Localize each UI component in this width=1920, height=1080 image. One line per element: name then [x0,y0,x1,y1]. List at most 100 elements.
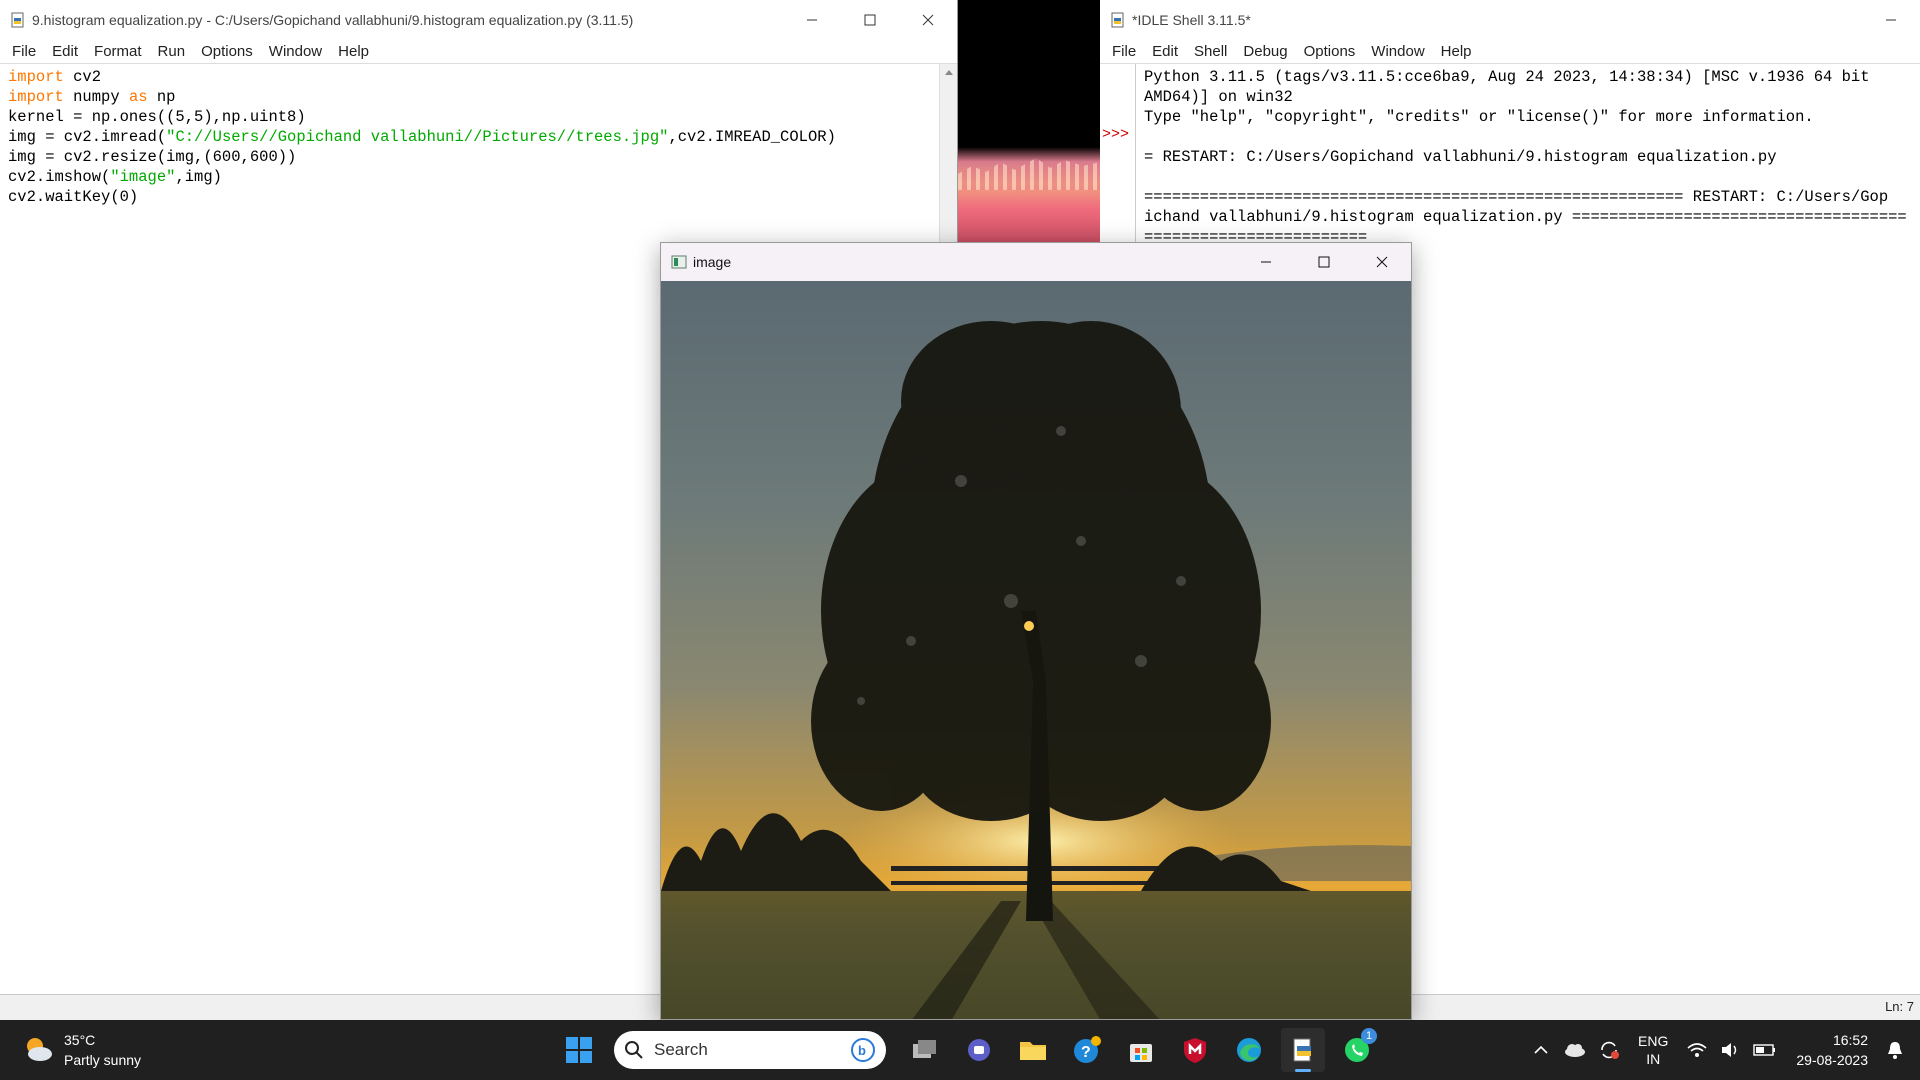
code-line: kernel = np.ones((5,5),np.uint8) [8,108,306,126]
system-clock[interactable]: 16:52 29-08-2023 [1796,1030,1868,1070]
tree-silhouette [661,321,1411,1019]
scroll-up-icon[interactable] [940,64,958,80]
shell-line: ​ [1144,167,1918,187]
code-line: cv2.imshow("image",img) [8,168,222,186]
menu-edit[interactable]: Edit [44,43,86,60]
help-icon: ? [1074,1036,1101,1063]
editor-menubar: File Edit Format Run Options Window Help [0,40,957,64]
code-line: import numpy as np [8,88,176,106]
network-button[interactable] [1682,1035,1712,1065]
menu-file[interactable]: File [4,43,44,60]
close-button[interactable] [899,0,957,40]
idle-taskbar-button[interactable] [1281,1028,1325,1072]
shell-line: Type "help", "copyright", "credits" or "… [1144,108,1814,126]
menu-debug[interactable]: Debug [1235,43,1295,60]
mcafee-shield-icon [1184,1038,1206,1063]
microsoft-store-button[interactable] [1119,1028,1163,1072]
minimize-icon [1261,261,1271,263]
maximize-button[interactable] [841,0,899,40]
whatsapp-notification-badge: 1 [1361,1028,1377,1044]
system-tray: ENG IN 16:52 29-08-2023 [1524,1020,1920,1080]
weather-widget[interactable]: 35°C Partly sunny [20,1030,141,1070]
code-line: cv2.waitKey(0) [8,188,139,206]
shell-line: ichand vallabhuni/9.histogram equalizati… [1144,208,1907,226]
shell-line: AMD64)] on win32 [1144,88,1293,106]
menu-help[interactable]: Help [330,43,377,60]
mcafee-button[interactable] [1173,1028,1217,1072]
folder-icon [1020,1042,1046,1060]
minimize-button[interactable] [1862,0,1920,40]
battery-icon [1753,1044,1776,1056]
task-view-button[interactable] [903,1028,947,1072]
minimize-icon [807,19,817,21]
weather-description: Partly sunny [64,1052,142,1068]
tree-sunset-photo [661,281,1411,1019]
taskbar: 35°C Partly sunny Search b ? 1 ENG IN 16… [0,1020,1920,1080]
bing-icon[interactable]: b [850,1037,876,1063]
partly-sunny-icon [27,1038,52,1061]
chevron-up-icon [1534,1045,1548,1054]
minimize-button[interactable] [783,0,841,40]
minimize-button[interactable] [1237,243,1295,281]
battery-button[interactable] [1750,1035,1780,1065]
wallpaper [958,0,1100,245]
shell-titlebar[interactable]: *IDLE Shell 3.11.5* [1100,0,1920,40]
menu-run[interactable]: Run [150,43,194,60]
show-hidden-icons-button[interactable] [1526,1035,1556,1065]
get-help-button[interactable]: ? [1065,1028,1109,1072]
shell-line: Python 3.11.5 (tags/v3.11.5:cce6ba9, Aug… [1144,68,1870,86]
sync-status-button[interactable] [1594,1035,1624,1065]
menu-options[interactable]: Options [193,43,261,60]
maximize-icon [864,14,876,26]
clock-time: 16:52 [1832,1032,1868,1048]
windows-logo-icon [566,1037,592,1063]
task-view-icon [913,1040,936,1058]
start-button[interactable] [557,1028,601,1072]
search-label: Search [654,1040,708,1059]
shell-line: ========================================… [1144,188,1889,206]
sync-icon [1601,1041,1620,1059]
clock-date: 29-08-2023 [1796,1052,1868,1068]
menu-window[interactable]: Window [261,43,330,60]
file-explorer-button[interactable] [1011,1028,1055,1072]
volume-button[interactable] [1716,1035,1746,1065]
weather-temperature: 35°C [64,1032,96,1048]
shell-menubar: File Edit Shell Debug Options Window Hel… [1100,40,1920,64]
code-line: import cv2 [8,68,102,86]
python-idle-icon [1293,1038,1311,1062]
notifications-button[interactable] [1880,1035,1910,1065]
desktop: 9.histogram equalization.py - C:/Users/G… [0,0,1920,1020]
shell-prompt: >>> [1102,126,1130,143]
language-indicator[interactable]: ENG IN [1638,1032,1668,1068]
teams-chat-icon [968,1039,990,1061]
menu-help[interactable]: Help [1433,43,1480,60]
editor-titlebar[interactable]: 9.histogram equalization.py - C:/Users/G… [0,0,957,40]
code-line: img = cv2.resize(img,(600,600)) [8,148,297,166]
image-window-title: image [693,254,732,270]
edge-button[interactable] [1227,1028,1271,1072]
menu-file[interactable]: File [1104,43,1144,60]
maximize-icon [1318,256,1330,268]
menu-format[interactable]: Format [86,43,150,60]
speaker-icon [1722,1043,1737,1057]
onedrive-button[interactable] [1560,1035,1590,1065]
maximize-button[interactable] [1295,243,1353,281]
shell-line: = RESTART: C:/Users/Gopichand vallabhuni… [1144,148,1777,166]
taskbar-apps: Search b ? 1 [552,1028,1384,1072]
whatsapp-button[interactable]: 1 [1335,1028,1379,1072]
region-code: IN [1646,1051,1661,1067]
menu-window[interactable]: Window [1363,43,1432,60]
opencv-image-window: image [660,242,1412,1020]
close-button[interactable] [1353,243,1411,281]
cloud-icon [1565,1044,1586,1057]
menu-options[interactable]: Options [1296,43,1364,60]
image-titlebar[interactable]: image [661,243,1411,281]
menu-shell[interactable]: Shell [1186,43,1235,60]
image-window-icon [671,255,687,269]
active-indicator [1295,1069,1311,1072]
taskbar-search[interactable]: Search b [614,1031,886,1069]
search-icon [625,1041,643,1059]
menu-edit[interactable]: Edit [1144,43,1186,60]
teams-chat-button[interactable] [957,1028,1001,1072]
store-icon [1130,1044,1152,1062]
